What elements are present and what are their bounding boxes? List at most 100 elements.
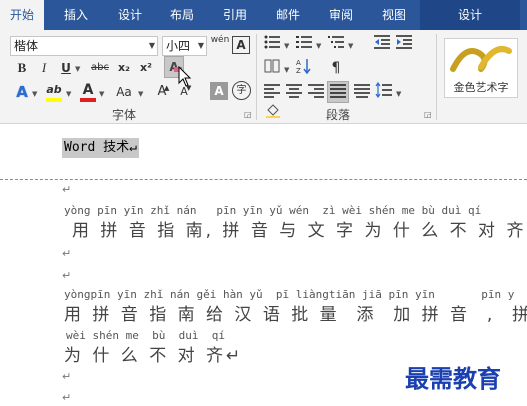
decrease-indent-button[interactable] bbox=[372, 34, 392, 54]
tab-references[interactable]: 引用 bbox=[211, 0, 259, 30]
font-color-button[interactable]: A bbox=[78, 80, 98, 102]
chevron-down-icon[interactable]: ▼ bbox=[396, 90, 401, 98]
ribbon: 楷体 ▼ 小四 ▼ wén A B I U ▼ abc x₂ x² A A ▼ … bbox=[0, 30, 527, 124]
hanzi-line-3: 为 什 么 不 对 齐↵ bbox=[64, 346, 244, 366]
distributed-button[interactable] bbox=[352, 82, 372, 102]
dialog-launcher-icon[interactable]: ◲ bbox=[244, 110, 252, 119]
line-spacing-button[interactable] bbox=[374, 81, 394, 102]
font-size-combo[interactable]: 小四 ▼ bbox=[162, 36, 207, 56]
paragraph-mark: ↵ bbox=[62, 370, 72, 383]
ribbon-tab-bar: 开始 插入 设计 布局 引用 邮件 审阅 视图 设计 bbox=[0, 0, 527, 30]
wordart-style-gallery-item[interactable]: 金色艺术字 bbox=[444, 38, 518, 98]
char-border-button[interactable]: A bbox=[232, 36, 250, 54]
align-center-icon bbox=[286, 84, 302, 98]
bullet-list-icon bbox=[264, 35, 280, 49]
chevron-down-icon[interactable]: ▼ bbox=[99, 90, 104, 98]
underline-button[interactable]: U bbox=[56, 58, 76, 78]
increase-indent-button[interactable] bbox=[394, 34, 414, 54]
numbered-list-icon bbox=[296, 36, 312, 48]
chevron-down-icon[interactable]: ▼ bbox=[284, 66, 289, 74]
hanzi-line-2: 用 拼 音 指 南 给 汉 语 批 量 添 加 拼 音 , 拼 bbox=[64, 305, 527, 325]
char-shading-button[interactable]: A bbox=[210, 82, 228, 100]
chevron-down-icon[interactable]: ▼ bbox=[32, 90, 37, 98]
shrink-font-button[interactable]: A ▼ bbox=[174, 82, 194, 102]
hanzi-line-1: 用 拼 音 指 南, 拼 音 与 文 字 为 什 么 不 对 齐?↵ bbox=[72, 221, 527, 241]
group-separator bbox=[256, 34, 257, 120]
chevron-down-icon[interactable]: ▼ bbox=[198, 37, 204, 55]
chevron-down-icon[interactable]: ▼ bbox=[348, 42, 353, 50]
font-color-bar bbox=[80, 98, 96, 102]
tab-layout[interactable]: 布局 bbox=[158, 0, 206, 30]
multilevel-list-icon bbox=[328, 36, 344, 48]
chevron-down-icon[interactable]: ▼ bbox=[75, 65, 80, 73]
wordart-gold-icon bbox=[450, 46, 512, 72]
chevron-down-icon[interactable]: ▼ bbox=[316, 42, 321, 50]
outdent-icon bbox=[374, 35, 390, 49]
align-left-icon bbox=[264, 84, 280, 98]
pilcrow-icon: ¶ bbox=[331, 60, 341, 76]
sort-icon: A Z bbox=[296, 59, 311, 75]
document-page[interactable]: Word 技术↵ ↵ yòng pīn yīn zhǐ nán pīn yīn … bbox=[0, 125, 527, 406]
pinyin-icon: wén bbox=[210, 35, 230, 45]
indent-icon bbox=[396, 35, 412, 49]
font-color-icon: A bbox=[82, 82, 94, 98]
italic-button[interactable]: I bbox=[34, 58, 54, 78]
caret-down-icon: ▼ bbox=[186, 84, 192, 92]
font-group-label: 字体 bbox=[112, 108, 137, 122]
paragraph-group-label: 段落 bbox=[326, 108, 351, 122]
tab-design[interactable]: 设计 bbox=[106, 0, 154, 30]
phonetic-guide-button[interactable]: wén bbox=[210, 34, 230, 54]
tab-home[interactable]: 开始 bbox=[0, 0, 44, 30]
font-name-combo[interactable]: 楷体 ▼ bbox=[10, 36, 158, 56]
change-case-button[interactable]: Aa bbox=[112, 82, 136, 102]
text-effects-button[interactable]: A bbox=[12, 82, 32, 102]
highlighter-icon: ab bbox=[46, 83, 62, 96]
tab-insert[interactable]: 插入 bbox=[52, 0, 100, 30]
paint-bucket-icon bbox=[266, 104, 280, 118]
group-separator bbox=[436, 34, 437, 120]
wordart-style-label: 金色艺术字 bbox=[453, 81, 509, 94]
superscript-button[interactable]: x² bbox=[136, 58, 156, 78]
dialog-launcher-icon[interactable]: ◲ bbox=[424, 110, 432, 119]
watermark-logo-text: 最需教育 bbox=[405, 364, 501, 393]
chevron-down-icon[interactable]: ▼ bbox=[138, 90, 143, 98]
paragraph-mark: ↵ bbox=[62, 183, 72, 196]
chevron-down-icon[interactable]: ▼ bbox=[149, 37, 155, 55]
grow-font-button[interactable]: A ▲ bbox=[152, 82, 172, 102]
svg-text:Z: Z bbox=[296, 67, 301, 74]
chevron-down-icon[interactable]: ▼ bbox=[284, 42, 289, 50]
caret-up-icon: ▲ bbox=[164, 84, 170, 92]
tab-view[interactable]: 视图 bbox=[370, 0, 418, 30]
align-right-button[interactable] bbox=[306, 82, 326, 102]
numbering-button[interactable] bbox=[294, 34, 314, 54]
multilevel-list-button[interactable] bbox=[326, 34, 346, 54]
justify-icon bbox=[330, 84, 346, 98]
bullets-button[interactable] bbox=[262, 34, 282, 54]
align-right-icon bbox=[308, 84, 324, 98]
tab-mailings[interactable]: 邮件 bbox=[264, 0, 312, 30]
align-center-button[interactable] bbox=[284, 82, 304, 102]
font-size-value: 小四 bbox=[166, 39, 191, 53]
highlight-color-bar bbox=[46, 98, 62, 102]
chinese-layout-button[interactable] bbox=[262, 58, 282, 78]
subscript-button[interactable]: x₂ bbox=[114, 58, 134, 78]
distributed-icon bbox=[354, 84, 370, 98]
tab-review[interactable]: 审阅 bbox=[317, 0, 365, 30]
char-border-icon: A bbox=[236, 38, 246, 52]
bold-button[interactable]: B bbox=[12, 58, 32, 78]
svg-text:A: A bbox=[296, 59, 301, 67]
highlight-button[interactable]: ab bbox=[44, 80, 64, 102]
justify-button[interactable] bbox=[327, 81, 349, 103]
font-name-value: 楷体 bbox=[14, 39, 39, 53]
strikethrough-button[interactable]: abc bbox=[88, 58, 112, 78]
paragraph-mark: ↵ bbox=[62, 391, 72, 404]
show-marks-button[interactable]: ¶ bbox=[326, 58, 346, 78]
chevron-down-icon[interactable]: ▼ bbox=[66, 90, 71, 98]
header-separator bbox=[0, 179, 527, 180]
sort-button[interactable]: A Z bbox=[294, 58, 314, 78]
shading-button[interactable] bbox=[264, 104, 282, 118]
enclose-char-button[interactable]: 字 bbox=[232, 81, 251, 100]
tab-context-design[interactable]: 设计 bbox=[420, 0, 520, 30]
line-spacing-icon bbox=[375, 81, 392, 99]
align-left-button[interactable] bbox=[262, 82, 282, 102]
